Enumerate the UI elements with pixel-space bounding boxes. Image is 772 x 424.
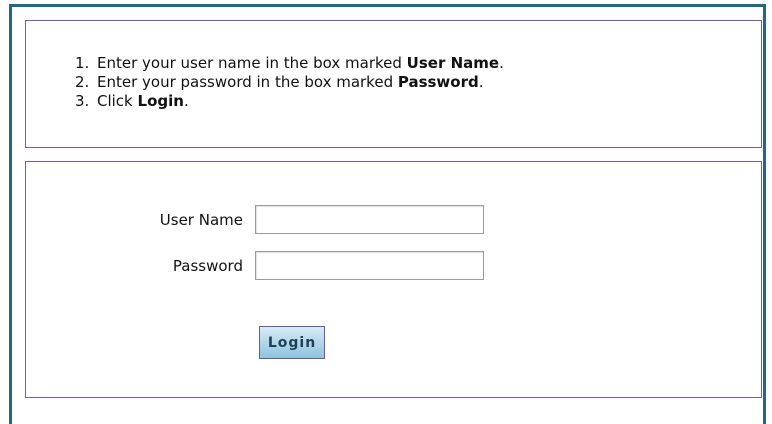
username-label: User Name [159, 211, 243, 229]
login-button[interactable]: Login [259, 326, 325, 359]
username-row: User Name [26, 205, 761, 235]
instruction-punct: . [478, 73, 484, 91]
instruction-emphasis: User Name [406, 54, 500, 72]
instruction-item: 2. Enter your password in the box marked … [75, 73, 504, 92]
instruction-punct: . [499, 54, 504, 72]
password-row: Password [26, 251, 761, 281]
instruction-item: 3. Click Login. [75, 92, 504, 111]
instruction-text: Enter your user name in the box marked [97, 54, 407, 72]
instructions-list: 1. Enter your user name in the box marked… [75, 54, 504, 111]
instruction-punct: . [183, 92, 189, 110]
login-form-panel: User Name Password Login [25, 161, 762, 398]
instructions-panel: 1. Enter your user name in the box marked… [25, 20, 762, 148]
instruction-item: 1. Enter your user name in the box marked… [75, 54, 504, 73]
password-label: Password [172, 257, 243, 275]
instruction-number: 1. [75, 54, 90, 72]
instruction-number: 3. [75, 92, 90, 110]
instruction-emphasis: Password [397, 73, 479, 91]
instruction-emphasis: Login [137, 92, 184, 110]
instruction-text: Enter your password in the box marked [97, 73, 398, 91]
username-input[interactable] [255, 205, 484, 234]
instruction-number: 2. [75, 73, 90, 91]
instruction-text: Click [97, 92, 138, 110]
password-input[interactable] [255, 251, 484, 280]
